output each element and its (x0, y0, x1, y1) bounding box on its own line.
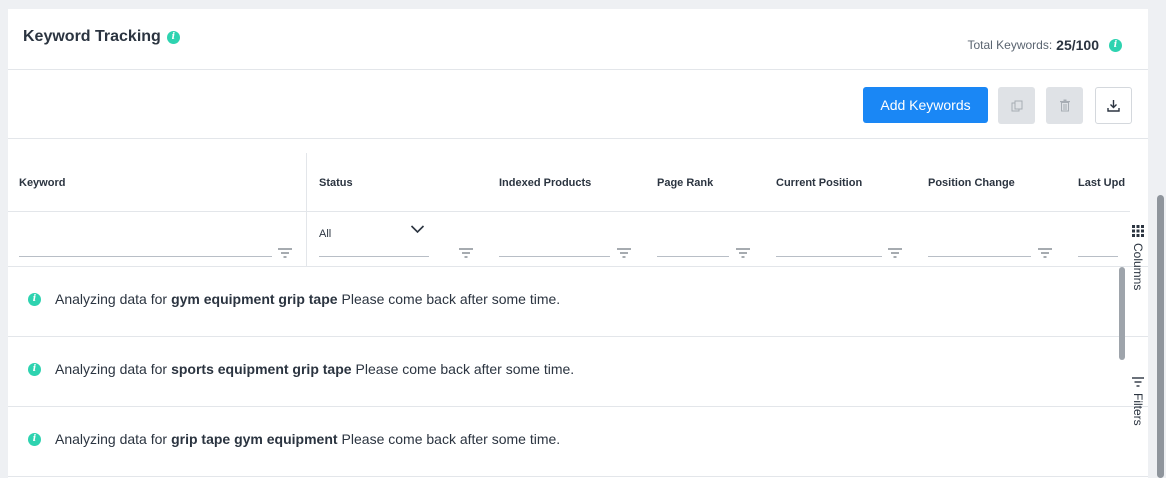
filter-icon[interactable] (1038, 248, 1052, 258)
row-keyword: gym equipment grip tape (171, 291, 338, 307)
column-header-keyword[interactable]: Keyword (19, 177, 65, 189)
chevron-down-icon[interactable] (410, 224, 425, 234)
row-keyword: grip tape gym equipment (171, 431, 338, 447)
filter-icon[interactable] (459, 248, 473, 258)
column-header-current-position[interactable]: Current Position (776, 177, 862, 189)
row-suffix: Please come back after some time. (341, 431, 561, 447)
header-divider (8, 211, 1130, 212)
grid-scrollbar[interactable] (1119, 267, 1125, 360)
row-prefix: Analyzing data for (55, 291, 168, 307)
info-icon[interactable]: i (1109, 38, 1122, 52)
info-icon[interactable]: i (166, 30, 180, 44)
copy-button[interactable] (998, 87, 1035, 124)
row-suffix: Please come back after some time. (341, 291, 561, 307)
total-keywords: Total Keywords: 25/100 i (967, 37, 1122, 53)
copy-icon (1011, 100, 1022, 111)
side-panel: Columns Filters (1128, 159, 1148, 478)
grid-icon (1132, 225, 1144, 237)
columns-tab[interactable]: Columns (1131, 225, 1145, 290)
trash-icon (1059, 99, 1070, 112)
row-message: i Analyzing data for sports equipment gr… (28, 361, 574, 377)
row-keyword: sports equipment grip tape (171, 361, 352, 377)
indexed-products-filter-input[interactable] (499, 229, 610, 257)
columns-tab-label: Columns (1131, 243, 1145, 291)
add-keywords-button[interactable]: Add Keywords (863, 87, 988, 123)
keyword-filter-input[interactable] (19, 229, 272, 257)
row-suffix: Please come back after some time. (355, 361, 575, 377)
filters-tab-label: Filters (1131, 393, 1145, 426)
total-keywords-label: Total Keywords: (967, 38, 1053, 52)
info-icon: i (28, 432, 41, 446)
page-title-text: Keyword Tracking (23, 28, 161, 45)
download-icon (1107, 100, 1120, 112)
filter-icon[interactable] (888, 248, 902, 258)
row-prefix: Analyzing data for (55, 431, 168, 447)
grid-header: Keyword Status Indexed Products Page Ran… (8, 139, 1148, 267)
total-keywords-value: 25/100 (1056, 37, 1099, 53)
page-scrollbar[interactable] (1157, 195, 1164, 478)
download-button[interactable] (1095, 87, 1132, 124)
row-prefix: Analyzing data for (55, 361, 168, 377)
column-divider (306, 153, 307, 266)
column-header-indexed-products[interactable]: Indexed Products (499, 177, 591, 189)
column-header-page-rank[interactable]: Page Rank (657, 177, 713, 189)
filter-icon[interactable] (736, 248, 750, 258)
toolbar: Add Keywords (8, 70, 1148, 139)
column-header-status[interactable]: Status (319, 177, 353, 189)
page-title: Keyword Tracking i (23, 28, 180, 46)
filter-lines-icon (1132, 377, 1144, 387)
table-row: i Analyzing data for gym equipment grip … (8, 267, 1148, 337)
status-filter-value: All (319, 228, 332, 240)
table-row: i Analyzing data for sports equipment gr… (8, 337, 1148, 407)
filter-icon[interactable] (278, 248, 292, 258)
info-icon: i (28, 362, 41, 376)
position-change-filter-input[interactable] (928, 229, 1031, 257)
info-icon: i (28, 292, 41, 306)
row-message: i Analyzing data for grip tape gym equip… (28, 431, 560, 447)
filter-icon[interactable] (617, 248, 631, 258)
page-rank-filter-input[interactable] (657, 229, 729, 257)
current-position-filter-input[interactable] (776, 229, 882, 257)
keyword-tracking-card: Keyword Tracking i Total Keywords: 25/10… (8, 9, 1148, 478)
column-header-last-updated[interactable]: Last Upd (1078, 177, 1125, 189)
filters-tab[interactable]: Filters (1131, 377, 1145, 426)
table-row: i Analyzing data for grip tape gym equip… (8, 407, 1148, 477)
row-message: i Analyzing data for gym equipment grip … (28, 291, 560, 307)
delete-button[interactable] (1046, 87, 1083, 124)
card-header: Keyword Tracking i Total Keywords: 25/10… (8, 9, 1148, 70)
last-updated-filter-input[interactable] (1078, 229, 1118, 257)
column-header-position-change[interactable]: Position Change (928, 177, 1015, 189)
